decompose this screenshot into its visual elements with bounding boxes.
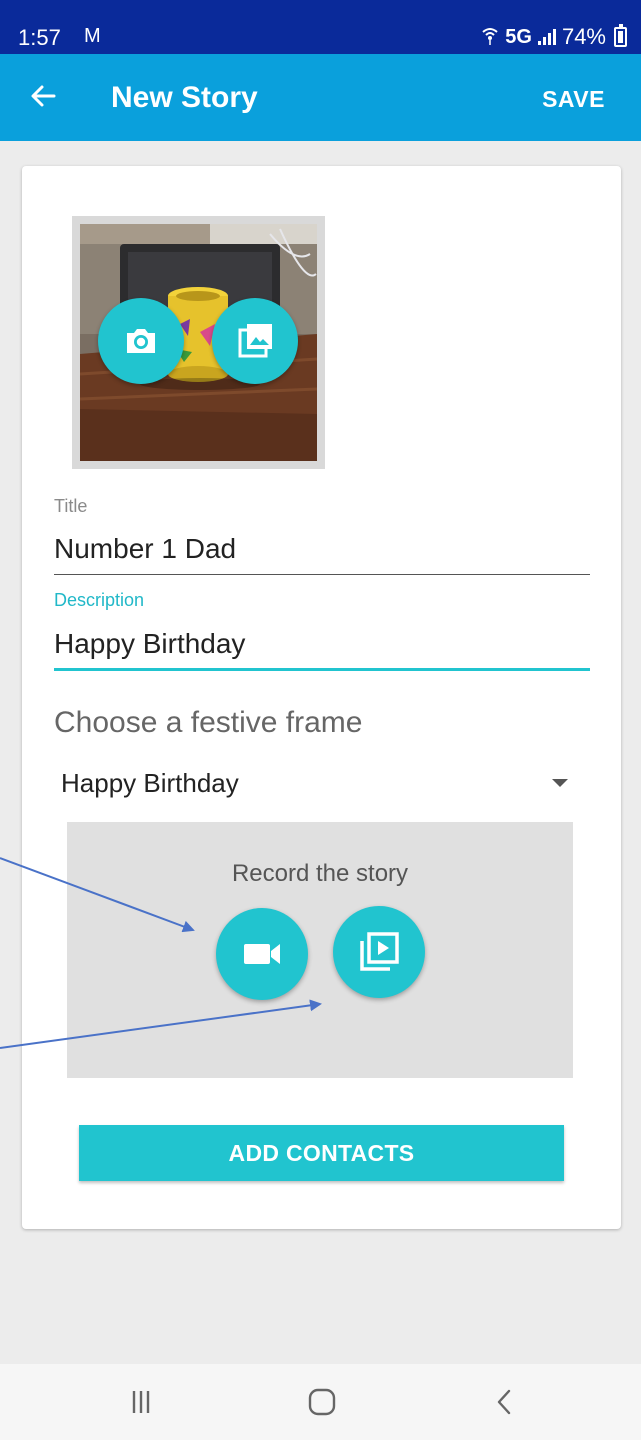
battery-icon <box>614 24 627 47</box>
story-photo[interactable] <box>80 224 317 461</box>
system-nav-bar <box>0 1364 641 1440</box>
gallery-icon[interactable] <box>212 298 298 384</box>
video-camera-icon[interactable] <box>216 908 308 1000</box>
frame-selected-value: Happy Birthday <box>61 768 239 798</box>
save-button[interactable]: SAVE <box>542 86 605 113</box>
story-photo-frame <box>72 216 325 469</box>
frame-dropdown[interactable]: Happy Birthday <box>54 762 590 806</box>
frame-heading: Choose a festive frame <box>54 706 363 739</box>
story-card: Title Number 1 Dad Description Happy Bir… <box>22 166 621 1229</box>
home-icon[interactable] <box>297 1382 347 1422</box>
status-bar: 1:57 M 5G 74% <box>0 0 641 54</box>
add-contacts-button[interactable]: ADD CONTACTS <box>79 1125 564 1181</box>
page-title: New Story <box>111 81 258 114</box>
title-underline <box>54 574 590 575</box>
title-label: Title <box>54 496 88 516</box>
back-icon[interactable] <box>480 1382 530 1422</box>
signal-icon <box>537 29 556 45</box>
video-library-icon[interactable] <box>333 906 425 998</box>
record-label: Record the story <box>231 860 409 887</box>
status-time: 1:57 <box>18 25 61 50</box>
chevron-down-icon <box>552 779 568 787</box>
description-field[interactable]: Happy Birthday <box>54 628 590 660</box>
battery-percent: 74% <box>561 24 606 49</box>
wifi-calling-icon <box>481 25 499 50</box>
camera-icon[interactable] <box>98 298 184 384</box>
description-label: Description <box>54 590 145 610</box>
app-bar: New Story SAVE <box>0 54 641 141</box>
record-panel: Record the story <box>67 822 573 1078</box>
network-type: 5G <box>505 25 532 48</box>
description-underline <box>54 668 590 671</box>
recent-apps-icon[interactable] <box>116 1382 166 1422</box>
arrow-left-icon[interactable] <box>24 76 64 116</box>
title-field[interactable]: Number 1 Dad <box>54 533 590 565</box>
status-right-group: 5G 74% <box>481 24 627 50</box>
mail-icon: M <box>84 25 101 47</box>
